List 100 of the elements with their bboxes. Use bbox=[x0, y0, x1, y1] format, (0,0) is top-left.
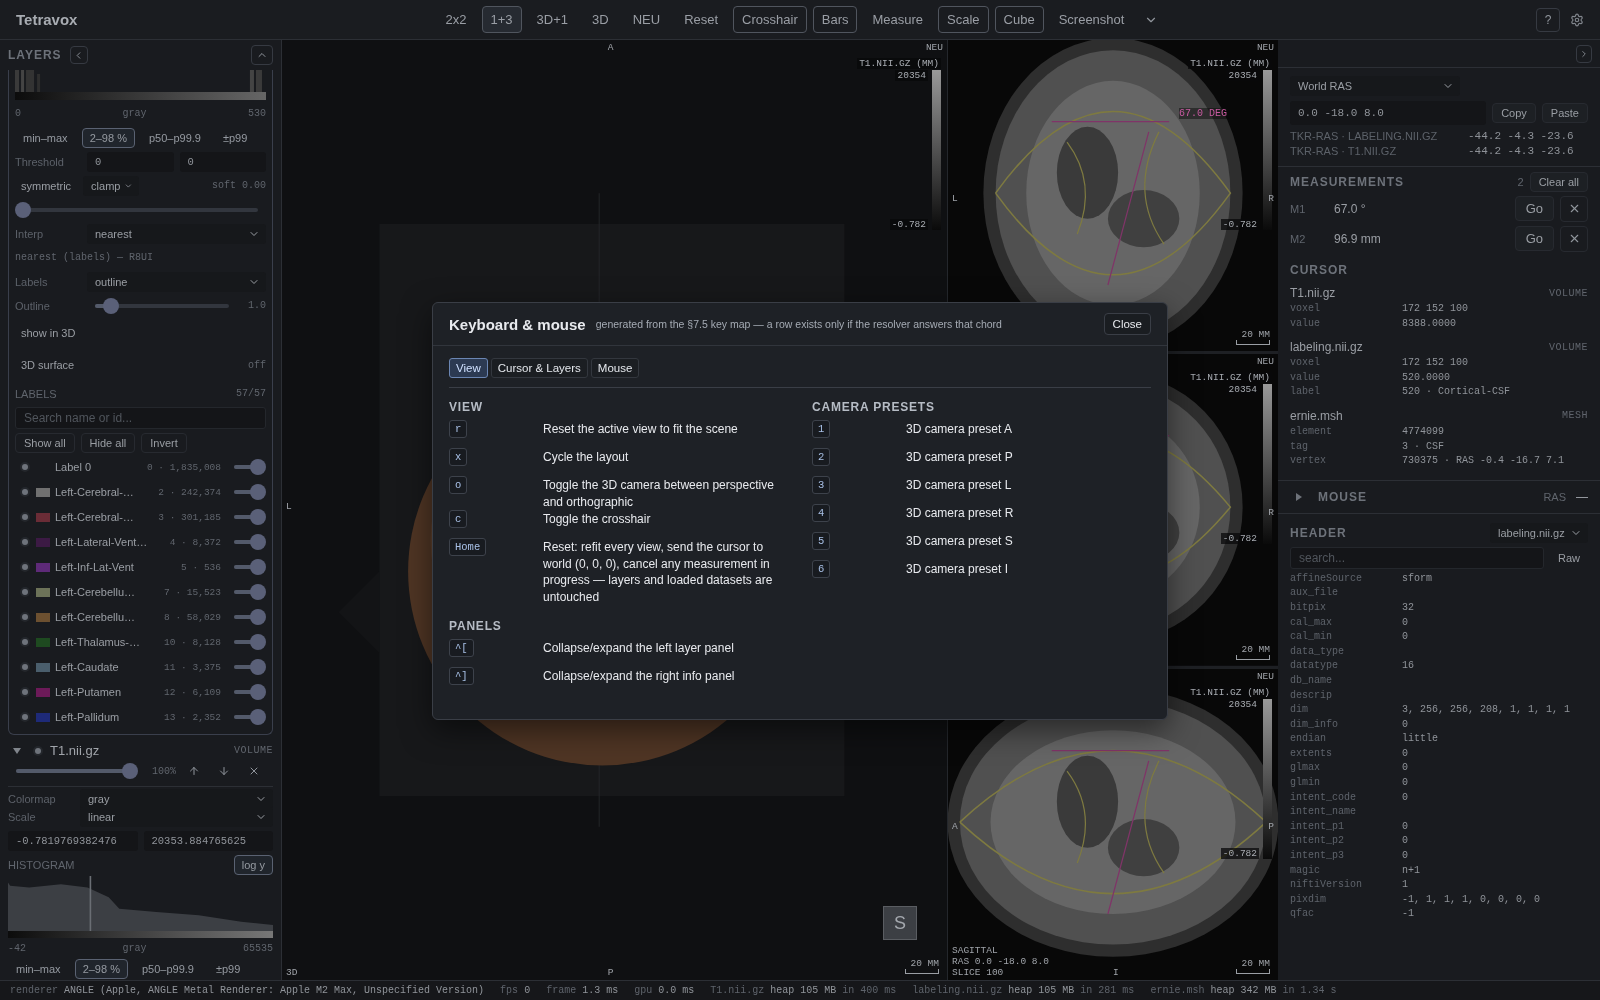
settings-icon[interactable] bbox=[1570, 12, 1584, 27]
help-button[interactable]: ? bbox=[1536, 7, 1560, 32]
label-name: Left-Inf-Lat-Vent bbox=[55, 561, 134, 573]
field-value: sform bbox=[1402, 571, 1433, 586]
slider-thumb[interactable] bbox=[250, 509, 266, 525]
threshold-input[interactable]: 0 bbox=[87, 151, 174, 172]
toolbar-button[interactable]: 2x2 bbox=[436, 6, 476, 33]
toolbar-button[interactable]: 1+3 bbox=[481, 6, 522, 33]
slider-thumb[interactable] bbox=[250, 684, 266, 700]
visibility-toggle-icon[interactable] bbox=[19, 536, 31, 548]
search-field[interactable]: Search name or id... bbox=[15, 407, 266, 429]
toolbar-button[interactable]: Reset bbox=[675, 6, 728, 33]
visibility-toggle-icon[interactable] bbox=[19, 586, 31, 598]
field-key: bitpix bbox=[1290, 600, 1402, 616]
label-action-button[interactable]: Invert bbox=[141, 432, 187, 453]
collapse-panel-button[interactable] bbox=[69, 46, 88, 64]
field-key: dim_info bbox=[1290, 717, 1402, 733]
coordinate-space-select[interactable]: World RAS bbox=[1290, 75, 1460, 96]
label-stats: 0 · 1,835,008 bbox=[146, 461, 221, 473]
slider-thumb[interactable] bbox=[122, 763, 138, 780]
colorbar-title: T1.NII.GZ (MM) bbox=[1188, 58, 1272, 69]
toolbar-button[interactable]: Scale bbox=[938, 6, 989, 33]
show-in-3d-toggle[interactable]: show in 3D bbox=[15, 327, 82, 339]
scale-bar bbox=[1236, 654, 1270, 660]
toolbar-button[interactable]: Bars bbox=[812, 6, 858, 33]
toolbar-button[interactable]: Crosshair bbox=[733, 6, 807, 33]
field-value: 0 bbox=[1402, 717, 1409, 732]
go-button[interactable]: Go bbox=[1514, 196, 1554, 221]
range-preset-button[interactable]: p50–p99.9 bbox=[133, 959, 202, 980]
label-action-button[interactable]: Show all bbox=[15, 432, 75, 453]
visibility-toggle-icon[interactable] bbox=[19, 511, 31, 523]
slider-thumb[interactable] bbox=[250, 534, 266, 550]
scroll-up-button[interactable] bbox=[251, 45, 273, 65]
range-preset-button[interactable]: min–max bbox=[8, 959, 69, 980]
go-button[interactable]: Go bbox=[1514, 226, 1554, 251]
label-action-button[interactable]: Hide all bbox=[80, 432, 136, 453]
range-max-input[interactable]: 20353.884765625 bbox=[143, 831, 273, 852]
scale-select[interactable]: linear bbox=[80, 807, 273, 828]
symmetric-toggle[interactable]: symmetric bbox=[15, 179, 78, 192]
layer-type: VOLUME bbox=[1549, 287, 1588, 299]
slider-thumb[interactable] bbox=[250, 484, 266, 500]
toolbar-button[interactable]: Screenshot bbox=[1049, 6, 1134, 33]
range-preset-button[interactable]: 2–98 % bbox=[74, 959, 128, 980]
toolbar-button[interactable]: Cube bbox=[994, 6, 1044, 33]
search-field[interactable]: search... bbox=[1290, 546, 1544, 569]
visibility-toggle-icon[interactable] bbox=[19, 561, 31, 573]
labels-select[interactable]: outline bbox=[87, 271, 266, 292]
range-preset-button[interactable]: ±p99 bbox=[214, 127, 256, 148]
slider-thumb[interactable] bbox=[250, 459, 266, 475]
paste-button[interactable]: Paste bbox=[1541, 103, 1588, 123]
field-key: intent_p1 bbox=[1290, 819, 1402, 835]
clamp-select[interactable]: clamp bbox=[83, 175, 140, 196]
toolbar-button[interactable]: 3D bbox=[583, 6, 618, 33]
label-name: Left-Thalamus-… bbox=[55, 636, 140, 648]
range-preset-button[interactable]: min–max bbox=[15, 127, 76, 148]
slider-thumb[interactable] bbox=[250, 659, 266, 675]
visibility-toggle-icon[interactable] bbox=[19, 711, 31, 723]
slider-thumb[interactable] bbox=[250, 609, 266, 625]
toolbar-button[interactable]: Measure bbox=[863, 6, 933, 33]
field-label: Scale bbox=[8, 811, 37, 824]
visibility-toggle-icon[interactable] bbox=[19, 461, 31, 473]
slider-thumb[interactable] bbox=[15, 201, 31, 218]
visibility-toggle-icon[interactable] bbox=[19, 611, 31, 623]
field-value: n+1 bbox=[1402, 863, 1421, 878]
delete-button[interactable] bbox=[1560, 195, 1588, 222]
collapse-panel-button[interactable] bbox=[1576, 44, 1592, 63]
slider-thumb[interactable] bbox=[250, 559, 266, 575]
close-button[interactable]: Close bbox=[1103, 313, 1151, 335]
slider-thumb[interactable] bbox=[103, 297, 120, 314]
toolbar-button[interactable]: 3D+1 bbox=[527, 6, 578, 33]
clear-all-button[interactable]: Clear all bbox=[1529, 171, 1588, 192]
visibility-toggle-icon[interactable] bbox=[32, 744, 44, 757]
threshold-input[interactable]: 0 bbox=[179, 151, 266, 172]
delete-button[interactable] bbox=[1560, 225, 1588, 252]
toolbar-button[interactable]: NEU bbox=[623, 6, 670, 33]
status-item: labeling.nii.gz heap 105 MB in 281 ms bbox=[912, 985, 1135, 996]
visibility-toggle-icon[interactable] bbox=[19, 486, 31, 498]
section-title: HISTOGRAM bbox=[8, 859, 75, 872]
header-file-select[interactable]: labeling.nii.gz bbox=[1490, 523, 1588, 544]
interp-select[interactable]: nearest bbox=[87, 223, 266, 244]
visibility-toggle-icon[interactable] bbox=[19, 686, 31, 698]
slider-thumb[interactable] bbox=[250, 709, 266, 725]
range-preset-button[interactable]: 2–98 % bbox=[81, 127, 135, 148]
log-y-button[interactable]: log y bbox=[233, 855, 273, 876]
layer-type: VOLUME bbox=[1549, 341, 1588, 353]
colorbar-max: 20354 bbox=[1226, 70, 1259, 81]
range-preset-button[interactable]: ±p99 bbox=[207, 959, 249, 980]
raw-button[interactable]: Raw bbox=[1550, 548, 1588, 567]
copy-button[interactable]: Copy bbox=[1492, 103, 1536, 123]
range-preset-button[interactable]: p50–p99.9 bbox=[140, 127, 209, 148]
slider-thumb[interactable] bbox=[250, 584, 266, 600]
visibility-toggle-icon[interactable] bbox=[19, 661, 31, 673]
slider-thumb[interactable] bbox=[250, 634, 266, 650]
field-value: 172 152 100 bbox=[1402, 302, 1469, 316]
colormap-select[interactable]: gray bbox=[80, 788, 273, 809]
coordinate-input[interactable]: 0.0 -18.0 8.0 bbox=[1290, 101, 1487, 125]
range-min-input[interactable]: -0.7819769382476 bbox=[8, 831, 138, 852]
visibility-toggle-icon[interactable] bbox=[19, 636, 31, 648]
field-value: 0 bbox=[1402, 790, 1409, 805]
colorbar-max: 20354 bbox=[1226, 698, 1259, 710]
